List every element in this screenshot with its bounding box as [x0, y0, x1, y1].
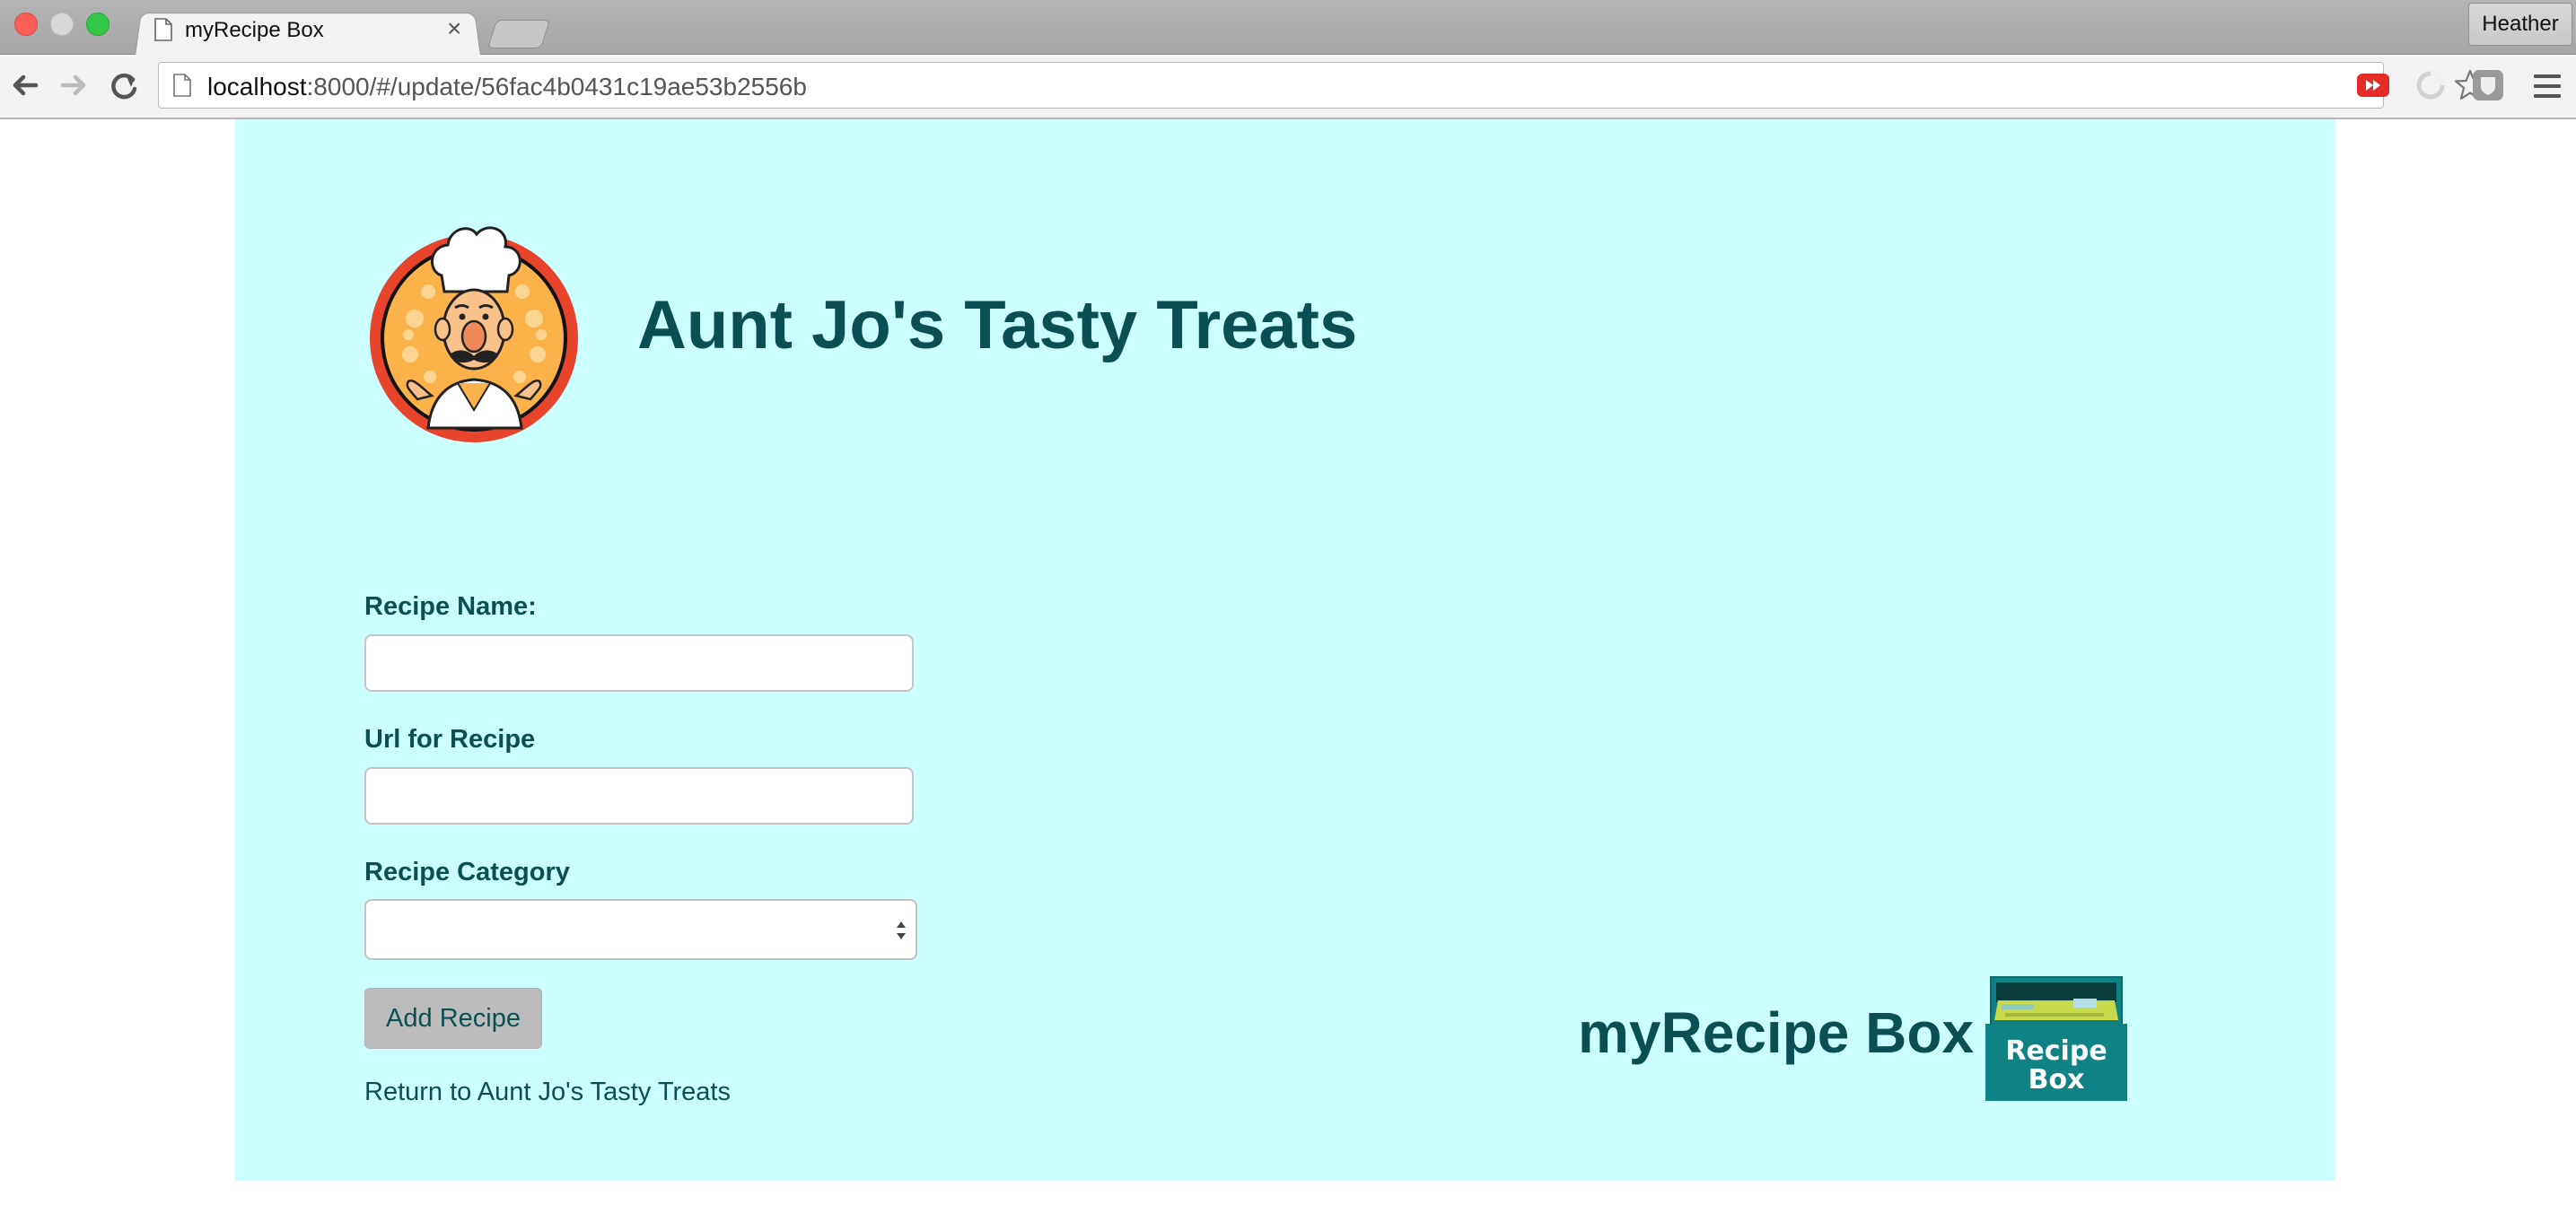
url-path: :8000/#/update/56fac4b0431c19ae53b2556b: [306, 73, 807, 100]
browser-tab-content[interactable]: myRecipe Box ×: [154, 11, 478, 52]
reload-icon[interactable]: [106, 67, 142, 103]
browser-titlebar: myRecipe Box × Heather: [0, 0, 2576, 57]
footer-brand: myRecipe Box: [1578, 1000, 1975, 1065]
menu-icon[interactable]: [2531, 70, 2563, 102]
recipe-name-label: Recipe Name:: [364, 592, 537, 621]
back-arrow-icon[interactable]: [7, 67, 43, 103]
profile-button[interactable]: Heather: [2468, 3, 2572, 46]
close-window-button[interactable]: [14, 13, 38, 36]
document-icon: [154, 18, 172, 41]
url-text[interactable]: localhost:8000/#/update/56fac4b0431c19ae…: [207, 73, 807, 101]
recipe-url-label: Url for Recipe: [364, 725, 536, 754]
site-title: Aunt Jo's Tasty Treats: [637, 287, 1358, 363]
add-recipe-button[interactable]: Add Recipe: [364, 988, 542, 1049]
chef-icon: [370, 226, 578, 442]
url-host: localhost: [207, 73, 307, 100]
maximize-window-button[interactable]: [86, 13, 110, 36]
recipe-url-input[interactable]: [364, 767, 914, 825]
svg-text:Recipe: Recipe: [2005, 1035, 2107, 1067]
address-bar[interactable]: localhost:8000/#/update/56fac4b0431c19ae…: [158, 62, 2486, 109]
recipe-name-input[interactable]: [364, 634, 914, 692]
select-arrows-icon: [897, 921, 906, 939]
recipe-category-label: Recipe Category: [364, 858, 570, 886]
recipe-box-icon: Recipe Box: [1985, 976, 2127, 1101]
tab-title: myRecipe Box: [185, 18, 324, 42]
tab-close-icon[interactable]: ×: [447, 16, 461, 41]
svg-text:Box: Box: [2028, 1064, 2085, 1096]
browser-toolbar: localhost:8000/#/update/56fac4b0431c19ae…: [0, 55, 2576, 119]
page-icon: [173, 74, 191, 97]
forward-arrow-icon[interactable]: [56, 67, 92, 103]
youtube-extension-icon[interactable]: [2355, 67, 2391, 103]
new-tab-button[interactable]: [486, 20, 551, 48]
minimize-window-button[interactable]: [50, 13, 74, 36]
return-home-link[interactable]: Return to Aunt Jo's Tasty Treats: [364, 1078, 731, 1107]
recipe-category-select[interactable]: [364, 899, 917, 960]
sync-extension-icon[interactable]: [2413, 67, 2449, 103]
page-container: Aunt Jo's Tasty Treats Recipe Name: Url …: [235, 119, 2335, 1181]
shield-extension-icon[interactable]: [2470, 67, 2506, 103]
